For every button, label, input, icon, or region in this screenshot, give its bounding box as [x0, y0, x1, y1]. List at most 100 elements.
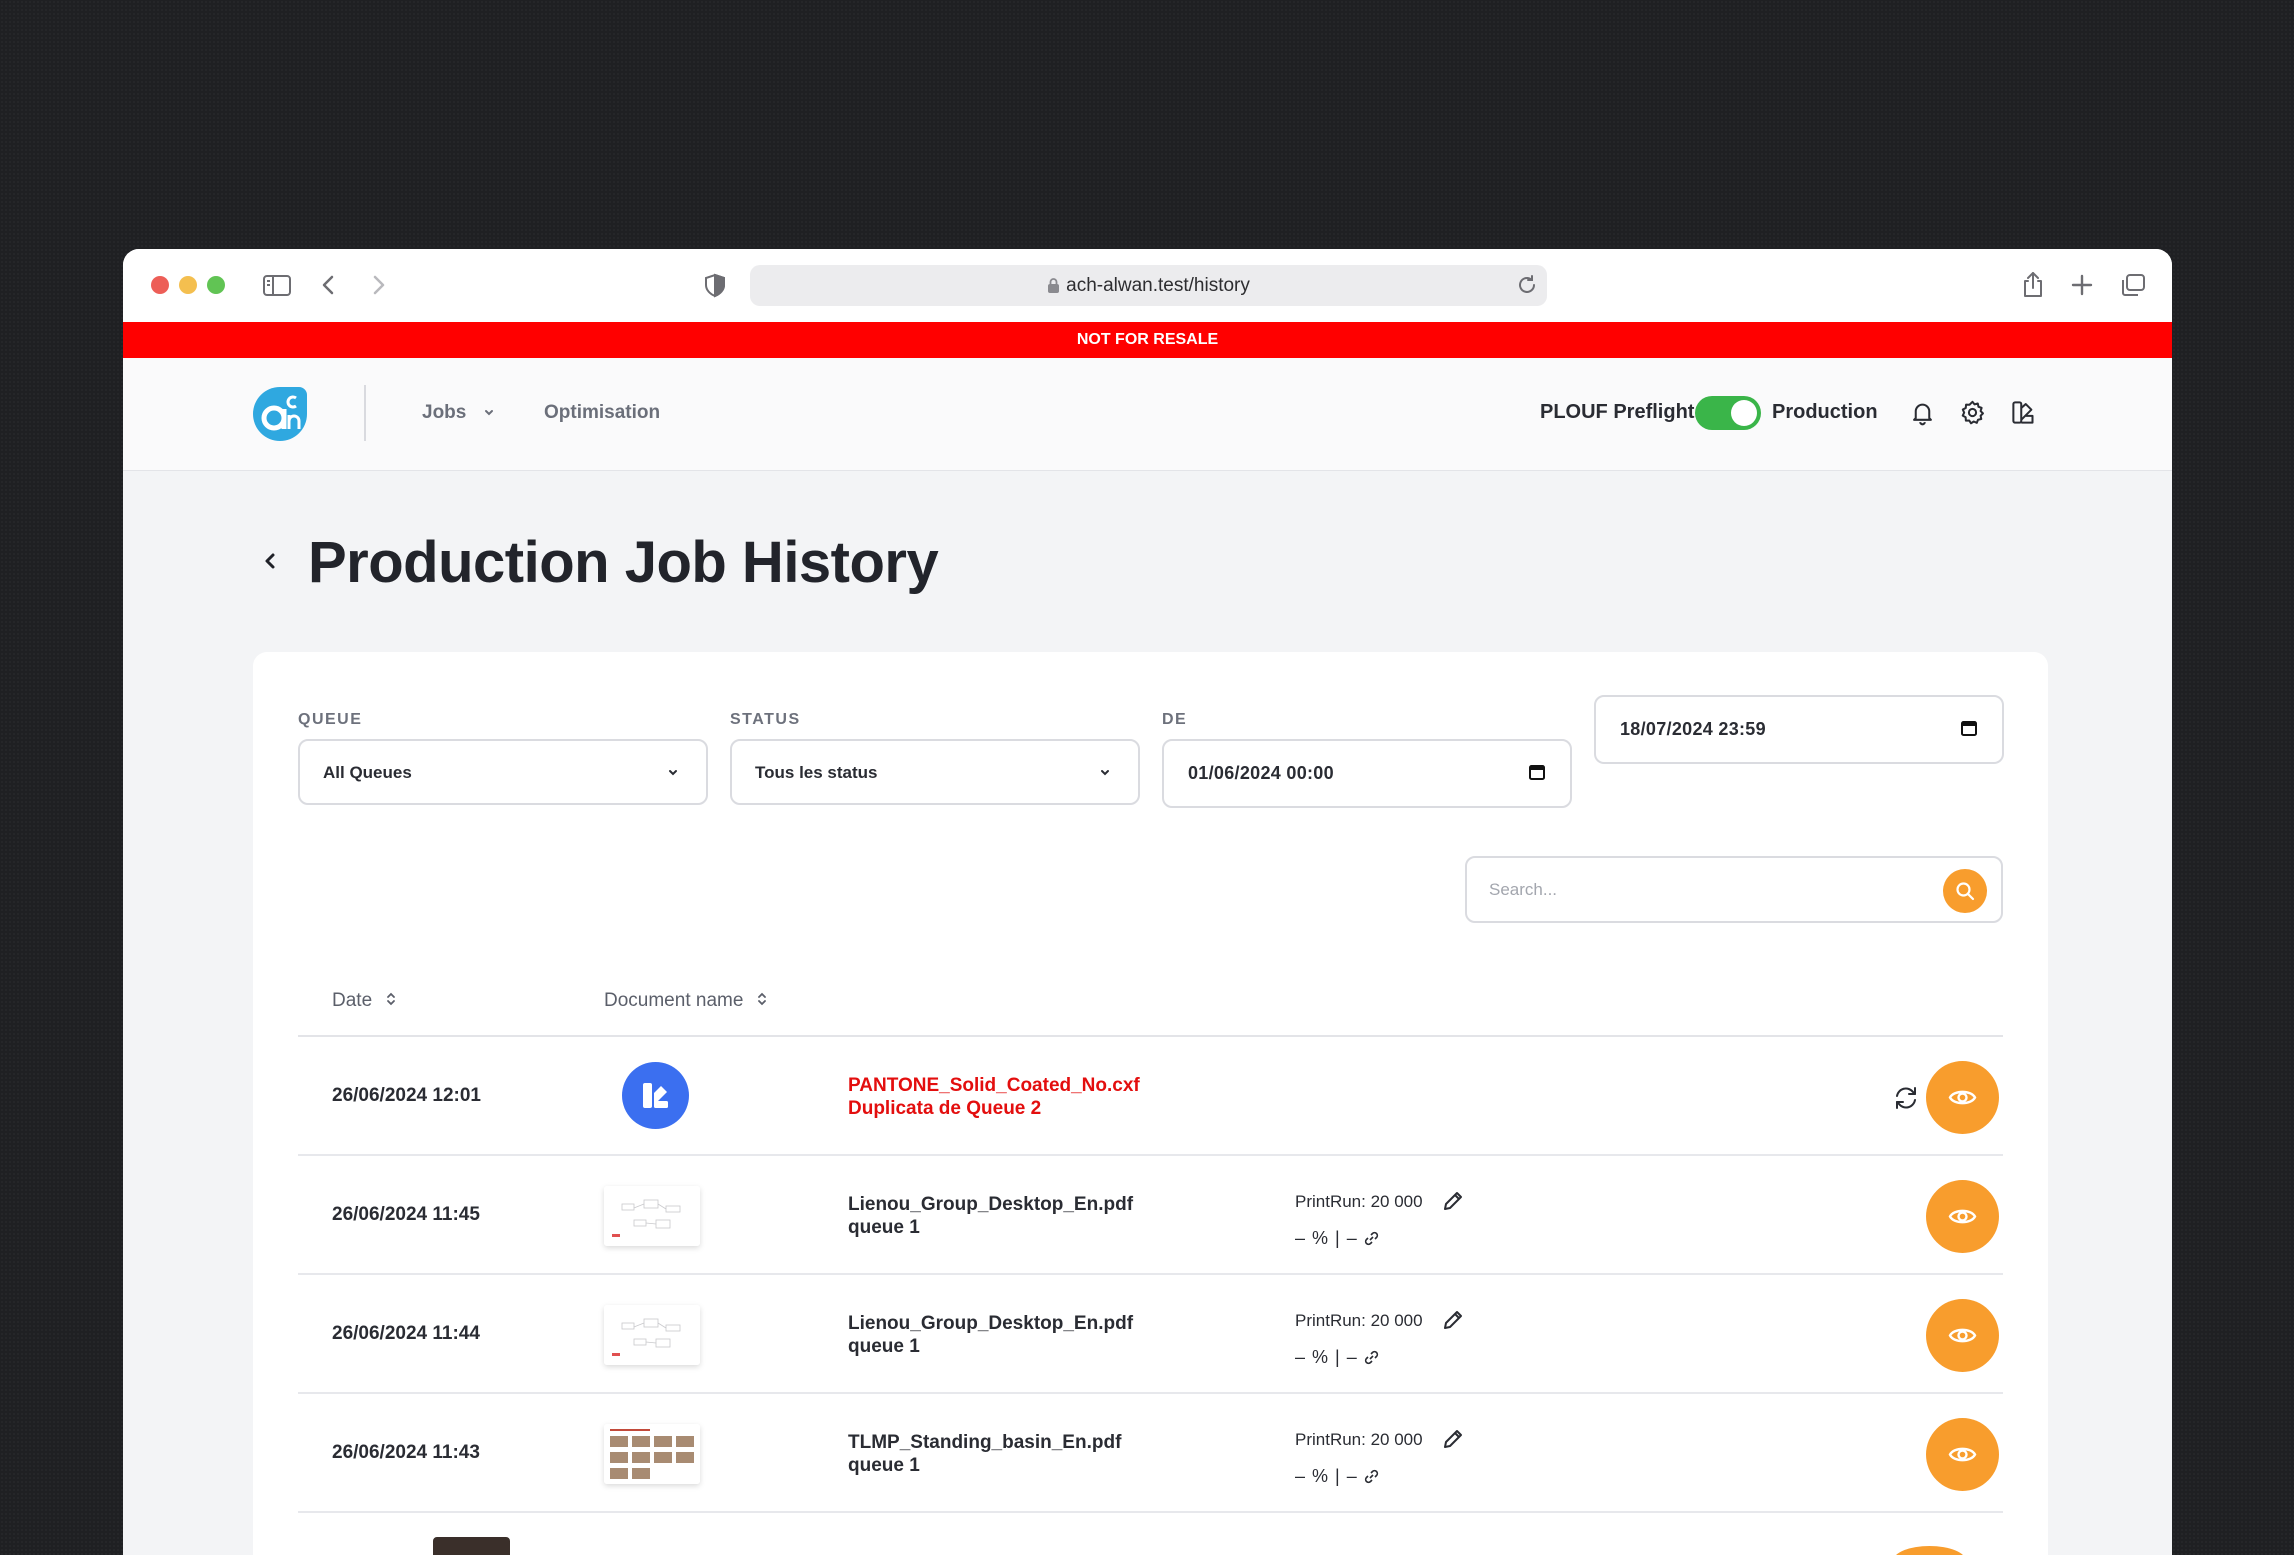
sort-icon — [387, 992, 396, 1006]
column-header-document-name[interactable]: Document name — [604, 990, 769, 1012]
from-date-input[interactable]: 01/06/2024 00:00 — [1162, 739, 1572, 808]
environment-toggle[interactable] — [1695, 396, 1761, 430]
row-document[interactable]: TLMP_Standing_basin_En.pdf queue 1 — [848, 1431, 1121, 1477]
row-printrun: PrintRun: 20 000 — [1295, 1192, 1423, 1211]
page-title: Production Job History — [308, 530, 939, 595]
table-row[interactable]: 26/06/2024 11:44 Lienou_Group_Desktop_En… — [298, 1275, 2003, 1394]
env-label-production: Production — [1772, 401, 1878, 423]
history-card: QUEUE All Queues STATUS Tous les status … — [253, 652, 2048, 1555]
row-date: 26/06/2024 11:45 — [332, 1204, 480, 1225]
browser-window: ach-alwan.test/history NOT FOR RESALE Jo… — [123, 249, 2172, 1555]
link-icon[interactable] — [1364, 1469, 1379, 1484]
shield-icon[interactable] — [698, 269, 732, 301]
palette-icon[interactable] — [2010, 399, 2037, 426]
refresh-icon[interactable] — [1892, 1084, 1920, 1112]
row-stats: – % | – — [1295, 1347, 1379, 1368]
back-button[interactable] — [260, 551, 280, 571]
app-logo[interactable] — [251, 385, 309, 443]
address-bar[interactable]: ach-alwan.test/history — [750, 265, 1547, 306]
row-document[interactable]: Lienou_Group_Desktop_En.pdf queue 1 — [848, 1312, 1133, 1358]
row-stats-text: – % | – — [1295, 1228, 1358, 1248]
lock-icon — [1048, 278, 1060, 293]
document-thumbnail — [604, 1424, 700, 1484]
nav-jobs[interactable]: Jobs — [422, 402, 466, 424]
search-button[interactable] — [1943, 869, 1987, 913]
nav-optimisation[interactable]: Optimisation — [544, 402, 660, 424]
table-row[interactable]: 26/06/2024 12:01 PANTONE_Solid_Coated_No… — [298, 1037, 2003, 1156]
row-queue-name: queue 1 — [848, 1455, 920, 1476]
link-icon[interactable] — [1364, 1350, 1379, 1365]
reload-icon[interactable] — [1515, 273, 1539, 297]
pencil-icon[interactable] — [1440, 1426, 1466, 1452]
status-select-value: Tous les status — [755, 763, 878, 782]
row-document-name: PANTONE_Solid_Coated_No.cxf — [848, 1075, 1140, 1096]
view-button[interactable] — [1926, 1418, 1999, 1491]
eye-icon — [1948, 1328, 1977, 1343]
table-row[interactable]: 26/06/2024 11:43 TLMP_Standing_basin_En.… — [298, 1394, 2003, 1513]
search-icon — [1956, 882, 1975, 901]
row-stats: – % | – — [1295, 1466, 1379, 1487]
forward-icon[interactable] — [361, 269, 395, 301]
browser-toolbar: ach-alwan.test/history — [123, 249, 2172, 322]
from-date-value: 01/06/2024 00:00 — [1188, 763, 1334, 783]
minimize-window-button[interactable] — [179, 276, 197, 294]
row-queue-name: queue 1 — [848, 1217, 920, 1238]
to-date-input[interactable]: 18/07/2024 23:59 — [1594, 695, 2004, 764]
column-header-date[interactable]: Date — [332, 990, 398, 1012]
tabs-icon[interactable] — [2116, 269, 2150, 301]
view-button[interactable] — [1926, 1061, 1999, 1134]
status-select[interactable]: Tous les status — [730, 739, 1140, 805]
row-document-name: Lienou_Group_Desktop_En.pdf — [848, 1194, 1134, 1215]
queue-filter-label: QUEUE — [298, 711, 363, 728]
queue-select[interactable]: All Queues — [298, 739, 708, 805]
row-date: 26/06/2024 11:43 — [332, 1442, 480, 1463]
toggle-knob — [1731, 400, 1757, 426]
back-icon[interactable] — [312, 269, 346, 301]
pencil-icon[interactable] — [1440, 1188, 1466, 1214]
document-thumbnail — [433, 1537, 510, 1555]
url-text: ach-alwan.test/history — [1066, 275, 1250, 296]
sort-icon — [758, 992, 767, 1006]
column-header-document-name-label: Document name — [604, 990, 744, 1011]
sidebar-icon[interactable] — [260, 269, 294, 301]
maximize-window-button[interactable] — [207, 276, 225, 294]
column-header-date-label: Date — [332, 990, 373, 1011]
status-filter-label: STATUS — [730, 711, 801, 728]
env-label-preflight: PLOUF Preflight — [1540, 401, 1695, 423]
search-input[interactable] — [1489, 875, 1929, 905]
document-type-icon — [622, 1062, 689, 1129]
close-window-button[interactable] — [151, 276, 169, 294]
not-for-resale-banner: NOT FOR RESALE — [123, 322, 2172, 358]
queue-select-value: All Queues — [323, 763, 412, 782]
view-button[interactable] — [1926, 1299, 1999, 1372]
share-icon[interactable] — [2016, 269, 2050, 301]
document-thumbnail — [604, 1186, 700, 1246]
row-stats-text: – % | – — [1295, 1466, 1358, 1486]
view-button[interactable] — [1926, 1180, 1999, 1253]
gear-icon[interactable] — [1959, 399, 1986, 426]
plus-icon[interactable] — [2065, 269, 2099, 301]
row-stats-text: – % | – — [1295, 1347, 1358, 1367]
row-date: 26/06/2024 11:44 — [332, 1323, 480, 1344]
row-date: 26/06/2024 12:01 — [332, 1085, 481, 1106]
pencil-icon[interactable] — [1440, 1307, 1466, 1333]
chevron-down-icon[interactable] — [481, 404, 497, 420]
calendar-icon[interactable] — [1528, 763, 1546, 781]
table-row[interactable]: 26/06/2024 11:45 Lienou_Group_Desktop_En… — [298, 1156, 2003, 1275]
row-printrun: PrintRun: 20 000 — [1295, 1430, 1423, 1449]
row-queue-name: Duplicata de Queue 2 — [848, 1098, 1042, 1119]
bell-icon[interactable] — [1909, 399, 1936, 426]
document-thumbnail — [604, 1305, 700, 1365]
to-date-value: 18/07/2024 23:59 — [1620, 719, 1766, 739]
row-document-name: TLMP_Standing_basin_En.pdf — [848, 1432, 1122, 1453]
app-header: Jobs Optimisation PLOUF Preflight Produc… — [123, 358, 2172, 471]
search-box — [1465, 856, 2003, 923]
calendar-icon[interactable] — [1960, 719, 1978, 737]
row-queue-name: queue 1 — [848, 1336, 920, 1357]
row-document[interactable]: PANTONE_Solid_Coated_No.cxf Duplicata de… — [848, 1074, 1140, 1120]
link-icon[interactable] — [1364, 1231, 1379, 1246]
header-divider — [364, 385, 366, 441]
chevron-down-icon — [1098, 766, 1112, 780]
row-document[interactable]: Lienou_Group_Desktop_En.pdf queue 1 — [848, 1193, 1133, 1239]
chevron-down-icon — [666, 766, 680, 780]
